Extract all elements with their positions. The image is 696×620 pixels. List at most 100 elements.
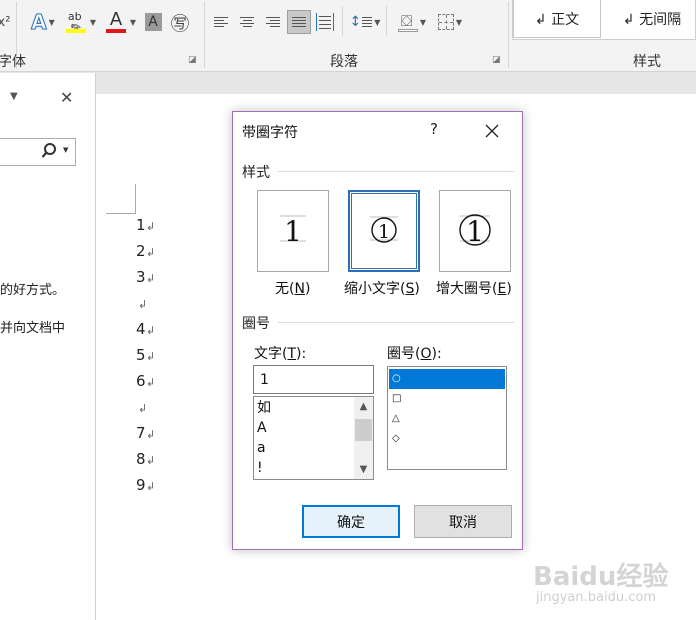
styles-group-label: 样式 bbox=[633, 54, 661, 70]
style-no-spacing[interactable]: ↲ 无间隔 bbox=[607, 0, 696, 38]
align-left-icon bbox=[210, 11, 232, 33]
ribbon: x² A ▼ ab ✎ ▼ A ▼ A ㊢ 字体 ◪ ↕ ▼ ⛋ ▼ ▼ 段落 … bbox=[0, 0, 696, 72]
document-line[interactable]: 5 bbox=[136, 346, 146, 364]
paragraph-mark-icon: ↲ bbox=[146, 324, 156, 337]
align-right-icon bbox=[262, 11, 284, 33]
chevron-down-icon[interactable]: ▼ bbox=[49, 18, 55, 27]
dialog-title: 带圈字符 bbox=[242, 125, 298, 141]
close-button[interactable] bbox=[482, 121, 502, 141]
font-color-button[interactable]: A ▼ bbox=[102, 9, 140, 34]
font-color-icon: A bbox=[105, 9, 128, 34]
ribbon-separator bbox=[342, 6, 343, 36]
enclose-characters-button[interactable]: ㊢ bbox=[168, 10, 192, 35]
document-line[interactable]: 4 bbox=[136, 320, 146, 338]
align-left-button[interactable] bbox=[210, 10, 232, 34]
pane-menu-icon[interactable]: ▼ bbox=[10, 91, 18, 102]
enclosure-list[interactable]: ○ □ △ ◇ bbox=[387, 366, 507, 470]
paragraph-mark-icon: ↲ bbox=[146, 246, 156, 259]
line-spacing-lines-icon bbox=[362, 17, 373, 27]
chevron-down-icon[interactable]: ▼ bbox=[456, 18, 462, 27]
shading-button[interactable]: ⛋ ▼ bbox=[394, 10, 430, 34]
document-line[interactable]: 2 bbox=[136, 242, 146, 260]
superscript-icon[interactable]: x² bbox=[0, 10, 12, 34]
highlighter-icon: ab ✎ bbox=[65, 10, 88, 36]
scroll-up-icon[interactable]: ▲ bbox=[354, 398, 373, 415]
watermark-url: jingyan.baidu.com bbox=[536, 590, 656, 605]
paragraph-mark-icon: ↲ bbox=[146, 454, 156, 467]
preview-sample-text: 1 bbox=[284, 215, 302, 248]
text-effects-icon: A bbox=[31, 10, 48, 35]
document-line[interactable]: 1 bbox=[136, 216, 146, 234]
enclosure-section-label: 圈号 bbox=[242, 316, 270, 332]
style-enlarge-symbol-option[interactable]: 1 bbox=[439, 190, 511, 272]
enclosure-list-item[interactable]: ◇ bbox=[389, 429, 505, 449]
paint-bucket-icon: ⛋ bbox=[397, 11, 418, 33]
chevron-down-icon[interactable]: ▼ bbox=[90, 18, 96, 27]
document-line[interactable]: 7 bbox=[136, 424, 146, 442]
chevron-down-icon[interactable]: ▼ bbox=[420, 18, 426, 27]
style-section-label: 样式 bbox=[242, 165, 270, 181]
paragraph-mark-icon: ↲ bbox=[146, 350, 156, 363]
shading-icon: A bbox=[144, 13, 162, 31]
align-center-button[interactable] bbox=[236, 10, 258, 34]
preview-sample-text: 1 bbox=[466, 215, 484, 248]
nav-result-snippet[interactable]: 并向文档中 bbox=[0, 317, 65, 336]
paragraph-mark-icon: ↲ bbox=[146, 480, 156, 493]
help-button[interactable]: ? bbox=[430, 120, 438, 138]
paragraph-mark-icon: ↲ bbox=[138, 402, 148, 415]
paragraph-mark-icon: ↲ bbox=[146, 428, 156, 441]
text-field-label: 文字(T): bbox=[254, 346, 307, 362]
scroll-thumb[interactable] bbox=[355, 419, 372, 441]
style-normal[interactable]: ↲ 正文 bbox=[513, 0, 601, 38]
distributed-button[interactable] bbox=[314, 10, 336, 34]
style-none-option[interactable]: 1 bbox=[257, 190, 329, 272]
search-input[interactable]: ▼ bbox=[0, 138, 76, 166]
section-divider bbox=[278, 171, 514, 172]
style-shrink-preview: 1 bbox=[370, 216, 398, 243]
font-color-bar bbox=[105, 29, 126, 33]
highlight-color-bar bbox=[65, 29, 86, 33]
document-line[interactable]: 6 bbox=[136, 372, 146, 390]
line-spacing-button[interactable]: ↕ ▼ bbox=[348, 10, 382, 34]
enclosure-list-item[interactable]: △ bbox=[389, 409, 505, 429]
navigation-pane: ▼ ✕ ▼ 的好方式。 并向文档中 bbox=[0, 73, 96, 620]
paragraph-group-label: 段落 bbox=[330, 54, 358, 70]
text-input[interactable] bbox=[253, 365, 374, 394]
document-line[interactable]: 8 bbox=[136, 450, 146, 468]
paragraph-mark-icon: ↲ bbox=[146, 376, 156, 389]
enclosure-list-item[interactable]: □ bbox=[389, 389, 505, 409]
cancel-button[interactable]: 取消 bbox=[414, 505, 512, 538]
section-divider bbox=[278, 322, 514, 323]
paragraph-dialog-launcher-icon[interactable]: ◪ bbox=[492, 55, 501, 65]
chevron-down-icon[interactable]: ▼ bbox=[130, 18, 136, 27]
text-list[interactable]: 如 Aa! ▲ ▼ bbox=[253, 396, 374, 480]
paragraph-mark-icon: ↲ bbox=[138, 298, 148, 311]
nav-result-snippet[interactable]: 的好方式。 bbox=[0, 279, 65, 298]
align-right-button[interactable] bbox=[262, 10, 284, 34]
font-dialog-launcher-icon[interactable]: ◪ bbox=[188, 55, 197, 65]
character-shading-button[interactable]: A bbox=[143, 10, 163, 34]
chevron-down-icon[interactable]: ▼ bbox=[374, 18, 380, 27]
document-line[interactable]: 3 bbox=[136, 268, 146, 286]
text-list-scrollbar[interactable]: ▲ ▼ bbox=[354, 397, 373, 479]
close-icon[interactable]: ✕ bbox=[60, 88, 73, 107]
ok-button[interactable]: 确定 bbox=[302, 505, 400, 538]
enclosure-field-label: 圈号(O): bbox=[387, 346, 442, 362]
style-enlarge-symbol-label[interactable]: 增大圈号(E) bbox=[436, 278, 512, 298]
document-line[interactable]: 9 bbox=[136, 476, 146, 494]
enclosure-list-item[interactable]: ○ bbox=[389, 369, 505, 389]
borders-icon bbox=[437, 14, 454, 30]
justify-button[interactable] bbox=[287, 10, 311, 34]
style-none-label[interactable]: 无(N) bbox=[275, 278, 310, 298]
ribbon-separator bbox=[386, 6, 387, 36]
borders-button[interactable]: ▼ bbox=[434, 10, 466, 34]
preview-sample-text: 1 bbox=[378, 221, 390, 243]
chevron-down-icon[interactable]: ▼ bbox=[63, 146, 68, 154]
style-shrink-text-label[interactable]: 缩小文字(S) bbox=[344, 278, 420, 298]
text-effects-button[interactable]: A ▼ bbox=[27, 10, 59, 35]
justify-icon bbox=[287, 10, 311, 34]
style-shrink-text-option[interactable]: 1 bbox=[348, 190, 420, 272]
scroll-down-icon[interactable]: ▼ bbox=[354, 461, 373, 478]
paragraph-mark-icon: ↲ bbox=[146, 272, 156, 285]
highlight-button[interactable]: ab ✎ ▼ bbox=[62, 10, 100, 36]
